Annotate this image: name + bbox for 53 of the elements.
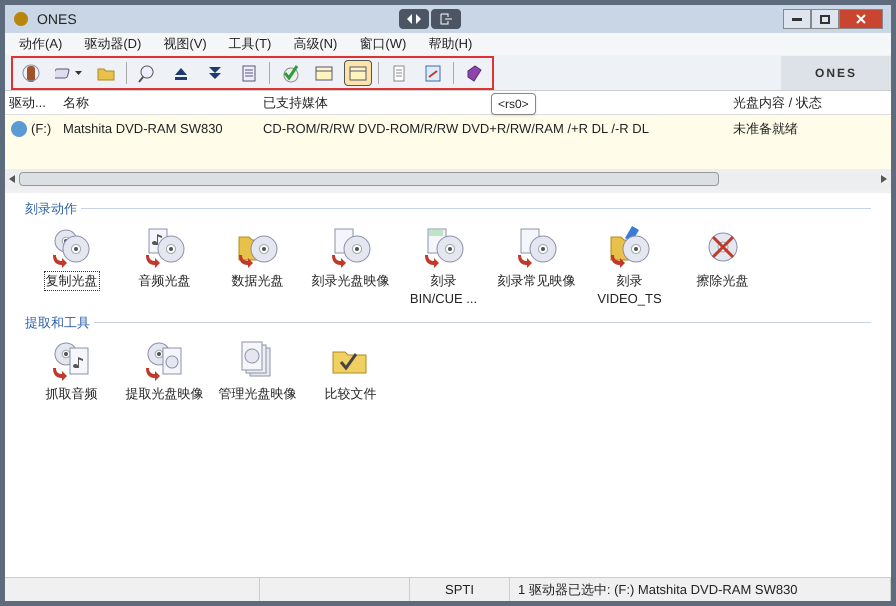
minimize-button[interactable] (783, 9, 811, 29)
menu-item[interactable]: 动作(A) (19, 34, 62, 54)
action-label[interactable]: 抓取音频 (44, 384, 100, 404)
menu-item[interactable]: 高级(N) (293, 34, 338, 54)
nav-arrows-button[interactable] (398, 9, 429, 29)
horizontal-scrollbar[interactable] (5, 169, 891, 189)
action-label[interactable]: 管理光盘映像 (216, 384, 298, 404)
maximize-button[interactable] (811, 9, 839, 29)
menu-item[interactable]: 帮助(H) (428, 34, 472, 54)
menu-item[interactable]: 窗口(W) (359, 34, 406, 54)
table-cell-text: (F:) (31, 120, 52, 138)
table-cell-text: CD-ROM/R/RW DVD-ROM/R/RW DVD+R/RW/RAM /+R DL /-R DL (262, 120, 650, 138)
minimize-icon (792, 18, 802, 20)
column-header[interactable]: 驱动... (9, 94, 46, 110)
left-right-arrows-icon (406, 14, 421, 24)
menu-item[interactable]: 工具(T) (228, 34, 272, 54)
action-label[interactable]: 刻录 VIDEO_TS (595, 270, 664, 308)
edit-page-icon (423, 62, 443, 82)
app-icon (13, 11, 29, 27)
action-label[interactable]: 刻录光盘映像 (310, 270, 392, 290)
maximize-icon (820, 14, 830, 24)
action-label[interactable]: 擦除光盘 (694, 270, 750, 290)
scroll-left-icon (9, 175, 15, 183)
tooltip: <rs0> (491, 93, 536, 115)
close-icon (856, 14, 866, 24)
column-header[interactable]: 名称 (63, 94, 89, 110)
status-text: SPTI (445, 580, 474, 599)
action-label[interactable]: 复制光盘 (44, 270, 100, 290)
column-header[interactable]: 光盘内容 / 状态 (733, 94, 822, 110)
menu-item[interactable]: 驱动器(D) (84, 34, 142, 54)
toolbar-button[interactable] (344, 60, 372, 86)
section-title: 提取和工具 (25, 314, 90, 332)
action-label[interactable]: 刻录 BIN/CUE ... (408, 270, 480, 308)
action-label[interactable]: 刻录常见映像 (496, 270, 578, 290)
menu-item[interactable]: 视图(V) (163, 34, 207, 54)
action-label[interactable]: 数据光盘 (230, 270, 286, 290)
window-title: ONES (37, 10, 77, 28)
table-cell-text: Matshita DVD-RAM SW830 (62, 120, 224, 138)
action-label[interactable]: 比较文件 (322, 384, 378, 404)
brand-logo: ONES (814, 64, 857, 82)
disc-figure-icon (21, 62, 41, 82)
scroll-right-icon (881, 175, 887, 183)
table-cell-text: 未准备就绪 (732, 120, 799, 138)
action-label[interactable]: 提取光盘映像 (124, 384, 206, 404)
status-text: 1 驱动器已选中: (F:) Matshita DVD-RAM SW830 (518, 580, 798, 599)
caret-icon (75, 70, 82, 74)
exit-icon (440, 13, 452, 25)
section-title: 刻录动作 (25, 200, 77, 218)
close-button[interactable] (839, 9, 883, 29)
column-header[interactable]: 已支持媒体 (263, 94, 328, 110)
exit-button[interactable] (430, 9, 461, 29)
drive-icon (9, 119, 29, 139)
action-label[interactable]: 音频光盘 (136, 270, 192, 290)
